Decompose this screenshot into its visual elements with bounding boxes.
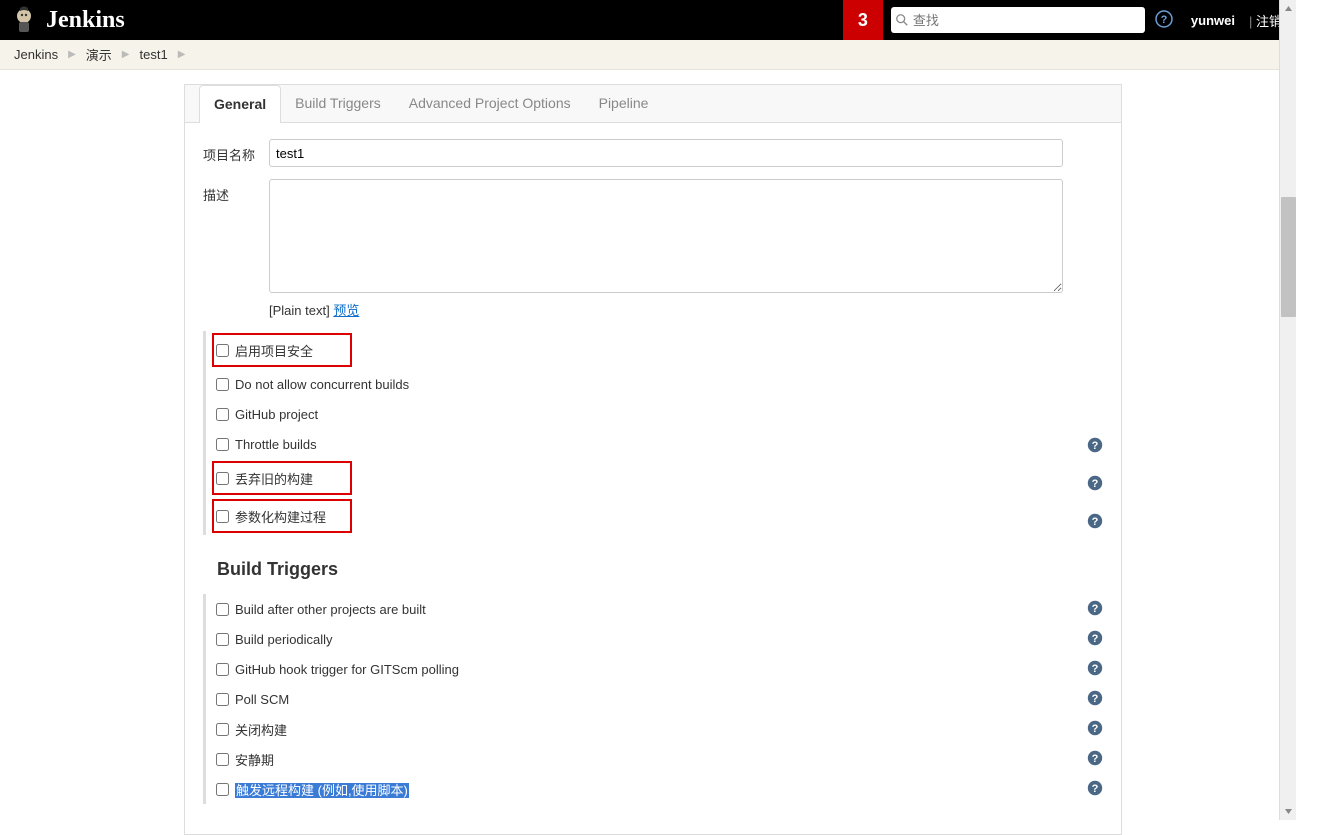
general-option-checkbox[interactable] xyxy=(216,378,229,391)
trigger-option-checkbox[interactable] xyxy=(216,663,229,676)
user-name[interactable]: yunwei xyxy=(1191,13,1235,28)
general-option-checkbox[interactable] xyxy=(216,344,229,357)
general-option-label[interactable]: 启用项目安全 xyxy=(235,341,313,360)
help-icon[interactable]: ? xyxy=(1087,513,1103,532)
general-option-label[interactable]: Do not allow concurrent builds xyxy=(235,377,409,392)
chevron-right-icon: ▶ xyxy=(122,49,130,60)
crumb-jenkins[interactable]: Jenkins xyxy=(14,47,58,62)
trigger-option-checkbox[interactable] xyxy=(216,753,229,766)
config-panel: GeneralBuild TriggersAdvanced Project Op… xyxy=(184,84,1122,835)
trigger-option-checkbox[interactable] xyxy=(216,723,229,736)
trigger-option-label[interactable]: GitHub hook trigger for GITScm polling xyxy=(235,662,459,677)
svg-text:?: ? xyxy=(1092,783,1099,795)
svg-text:?: ? xyxy=(1092,603,1099,615)
svg-text:?: ? xyxy=(1092,753,1099,765)
logout-link[interactable]: | 注销 xyxy=(1249,11,1282,30)
help-icon[interactable]: ? xyxy=(1087,437,1103,456)
help-icon[interactable]: ? xyxy=(1155,10,1173,31)
trigger-option-label[interactable]: Build periodically xyxy=(235,632,333,647)
tab-pipeline[interactable]: Pipeline xyxy=(585,85,663,122)
search-icon xyxy=(895,13,909,27)
general-option-label[interactable]: 丢弃旧的构建 xyxy=(235,469,313,488)
svg-text:?: ? xyxy=(1092,440,1099,452)
chevron-right-icon: ▶ xyxy=(178,49,186,60)
build-triggers-title: Build Triggers xyxy=(217,559,1103,580)
scroll-down-icon[interactable] xyxy=(1280,803,1296,820)
trigger-option-label[interactable]: 关闭构建 xyxy=(235,720,287,739)
project-name-label: 项目名称 xyxy=(203,139,269,164)
help-icon[interactable]: ? xyxy=(1087,720,1103,739)
general-option-checkbox[interactable] xyxy=(216,438,229,451)
trigger-option-checkbox[interactable] xyxy=(216,693,229,706)
general-option-label[interactable]: Throttle builds xyxy=(235,437,317,452)
help-icon[interactable]: ? xyxy=(1087,750,1103,769)
general-option-label[interactable]: GitHub project xyxy=(235,407,318,422)
help-icon[interactable]: ? xyxy=(1087,690,1103,709)
logo[interactable]: Jenkins xyxy=(0,4,125,36)
svg-text:?: ? xyxy=(1092,478,1099,490)
trigger-option-checkbox[interactable] xyxy=(216,783,229,796)
project-name-input[interactable] xyxy=(269,139,1063,167)
description-label: 描述 xyxy=(203,179,269,204)
scrollbar-track[interactable] xyxy=(1280,17,1296,803)
app-name: Jenkins xyxy=(46,7,125,34)
trigger-option-checkbox[interactable] xyxy=(216,633,229,646)
notification-badge[interactable]: 3 xyxy=(843,0,883,40)
help-icon[interactable]: ? xyxy=(1087,600,1103,619)
svg-text:?: ? xyxy=(1161,14,1168,26)
trigger-option-checkbox[interactable] xyxy=(216,603,229,616)
general-options: 启用项目安全 Do not allow concurrent builds GitH… xyxy=(203,331,1103,535)
plain-text-indicator: [Plain text] xyxy=(269,303,330,318)
help-icon[interactable]: ? xyxy=(1087,630,1103,649)
build-trigger-options: Build after other projects are built? Bui… xyxy=(203,594,1103,804)
help-icon[interactable]: ? xyxy=(1087,780,1103,799)
svg-text:?: ? xyxy=(1092,693,1099,705)
trigger-option-label[interactable]: 触发远程构建 (例如,使用脚本) xyxy=(235,780,409,799)
description-textarea[interactable] xyxy=(269,179,1063,293)
crumb-folder[interactable]: 演示 xyxy=(86,45,112,64)
crumb-job[interactable]: test1 xyxy=(140,47,168,62)
vertical-scrollbar[interactable] xyxy=(1279,0,1296,820)
general-option-checkbox[interactable] xyxy=(216,510,229,523)
chevron-right-icon: ▶ xyxy=(68,49,76,60)
scrollbar-thumb[interactable] xyxy=(1281,197,1296,317)
help-icon[interactable]: ? xyxy=(1087,660,1103,679)
trigger-option-label[interactable]: Build after other projects are built xyxy=(235,602,426,617)
preview-link[interactable]: 预览 xyxy=(333,303,359,318)
svg-text:?: ? xyxy=(1092,516,1099,528)
svg-text:?: ? xyxy=(1092,723,1099,735)
trigger-option-label[interactable]: Poll SCM xyxy=(235,692,289,707)
svg-text:?: ? xyxy=(1092,633,1099,645)
breadcrumb: Jenkins ▶ 演示 ▶ test1 ▶ xyxy=(0,40,1296,70)
tab-advanced-project-options[interactable]: Advanced Project Options xyxy=(395,85,585,122)
general-option-label[interactable]: 参数化构建过程 xyxy=(235,507,326,526)
search-box[interactable] xyxy=(891,7,1145,33)
general-option-checkbox[interactable] xyxy=(216,408,229,421)
scroll-up-icon[interactable] xyxy=(1280,0,1296,17)
trigger-option-label[interactable]: 安静期 xyxy=(235,750,274,769)
general-option-checkbox[interactable] xyxy=(216,472,229,485)
config-tabs: GeneralBuild TriggersAdvanced Project Op… xyxy=(185,85,1121,123)
tab-general[interactable]: General xyxy=(199,85,281,123)
svg-text:?: ? xyxy=(1092,663,1099,675)
search-input[interactable] xyxy=(909,11,1141,30)
tab-build-triggers[interactable]: Build Triggers xyxy=(281,85,395,122)
jenkins-logo-icon xyxy=(8,4,40,36)
header-bar: Jenkins 3 ? yunwei | 注销 xyxy=(0,0,1296,40)
help-icon[interactable]: ? xyxy=(1087,475,1103,494)
